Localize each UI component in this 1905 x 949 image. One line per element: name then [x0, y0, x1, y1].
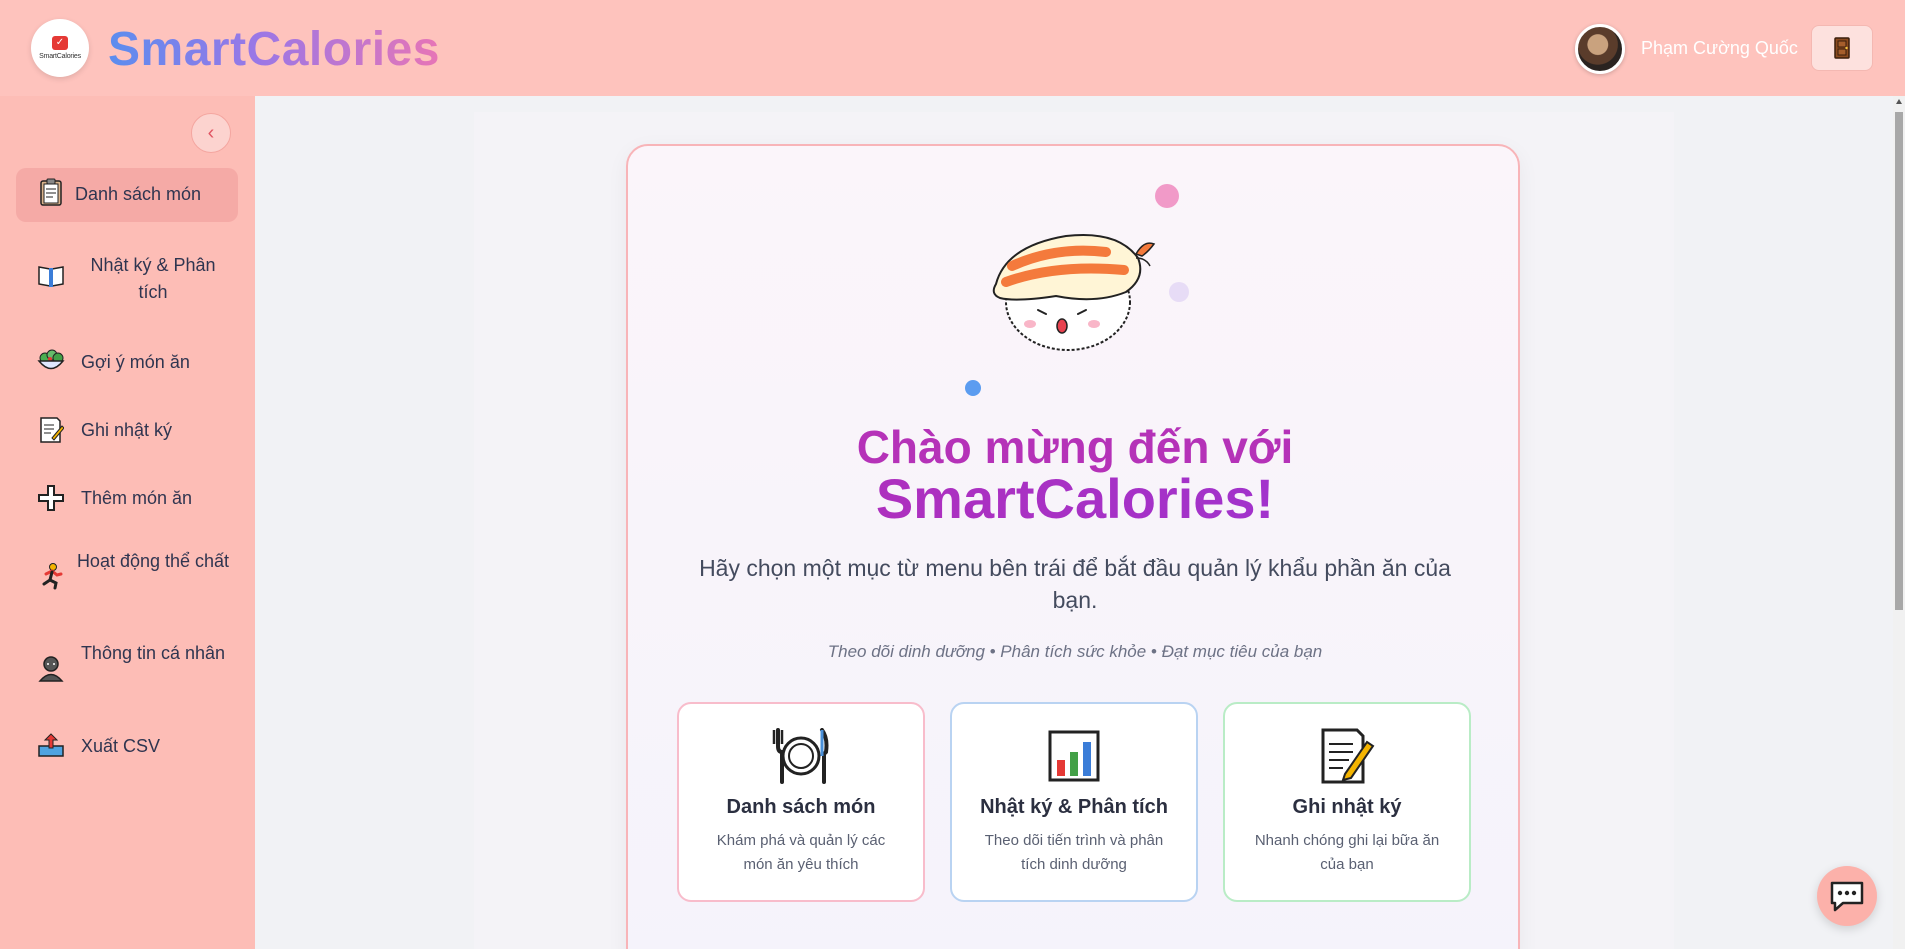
app-header: ✓ SmartCalories SmartCalories Phạm Cường…: [0, 0, 1905, 96]
user-name[interactable]: Phạm Cường Quốc: [1641, 38, 1798, 59]
sidebar-item-label: Thông tin cá nhân: [80, 643, 226, 663]
logout-button[interactable]: [1811, 25, 1873, 71]
sidebar: ‹ Danh sách món Nhật ký & Phân tích Gợi …: [0, 96, 255, 949]
main-content: Chào mừng đến với SmartCalories! Hãy chọ…: [255, 96, 1905, 949]
app-logo[interactable]: ✓ SmartCalories: [31, 19, 89, 77]
sidebar-item-label: Xuất CSV: [81, 736, 161, 756]
feature-card-ghi-nhat-ky[interactable]: Ghi nhật ký Nhanh chóng ghi lại bữa ăn c…: [1223, 702, 1471, 902]
feature-desc: Theo dõi tiến trình và phân tích dinh dư…: [984, 832, 1164, 873]
feature-desc: Nhanh chóng ghi lại bữa ăn của bạn: [1254, 832, 1440, 873]
welcome-subtitle: Hãy chọn một mục từ menu bên trái để bắt…: [699, 555, 1451, 613]
sidebar-item-thong-tin-ca-nhan[interactable]: Thông tin cá nhân: [16, 628, 238, 708]
sidebar-item-them-mon-an[interactable]: Thêm món ăn: [16, 472, 238, 526]
chat-button[interactable]: [1817, 866, 1877, 926]
sidebar-item-label: Thêm món ăn: [81, 488, 193, 508]
sidebar-item-label: Danh sách món: [75, 184, 202, 204]
welcome-brand: SmartCalories!: [628, 466, 1518, 531]
logo-check-icon: ✓: [52, 36, 68, 50]
sidebar-item-xuat-csv[interactable]: Xuất CSV: [16, 720, 238, 774]
person-icon: [36, 654, 66, 689]
sidebar-collapse-button[interactable]: ‹: [191, 113, 231, 153]
sidebar-item-danh-sach-mon[interactable]: Danh sách món: [16, 168, 238, 222]
decor-dot-pink: [1155, 184, 1179, 208]
salad-icon: [36, 348, 66, 381]
runner-icon: [36, 562, 66, 597]
chevron-left-icon: ‹: [207, 121, 215, 144]
scroll-thumb[interactable]: [1895, 112, 1903, 610]
welcome-tagline: Theo dõi dinh dưỡng • Phân tích sức khỏe…: [827, 642, 1323, 661]
feature-card-danh-sach-mon[interactable]: Danh sách món Khám phá và quản lý các mó…: [677, 702, 925, 902]
decor-dot-lavender: [1169, 282, 1189, 302]
memo-icon: [36, 416, 66, 451]
feature-title: Ghi nhật ký: [1292, 796, 1402, 818]
scroll-up-arrow-icon[interactable]: [1896, 99, 1902, 104]
sidebar-item-hoat-dong-the-chat[interactable]: Hoạt động thể chất: [16, 536, 238, 616]
clipboard-icon: [36, 178, 66, 213]
sidebar-item-goi-y-mon-an[interactable]: Gợi ý món ăn: [16, 336, 238, 390]
logo-text: SmartCalories: [39, 53, 81, 60]
sidebar-item-ghi-nhat-ky[interactable]: Ghi nhật ký: [16, 404, 238, 458]
chat-bubble-icon: [1830, 881, 1864, 912]
outbox-icon: [36, 732, 66, 765]
sidebar-item-label: Ghi nhật ký: [81, 420, 173, 440]
sidebar-item-label: Hoạt động thể chất: [76, 551, 230, 571]
feature-card-nhat-ky-phan-tich[interactable]: Nhật ký & Phân tích Theo dõi tiến trình …: [950, 702, 1198, 902]
sushi-mascot: [992, 233, 1156, 351]
brand-title: SmartCalories: [108, 23, 440, 76]
sidebar-item-label: Gợi ý món ăn: [81, 352, 190, 372]
feature-title: Danh sách món: [726, 796, 876, 818]
memo-pencil-icon: [1225, 728, 1469, 784]
fork-plate-knife-icon: [679, 728, 923, 784]
feature-title: Nhật ký & Phân tích: [980, 796, 1168, 818]
bar-chart-icon: [952, 728, 1196, 784]
sidebar-item-nhat-ky-phan-tich[interactable]: Nhật ký & Phân tích: [16, 240, 238, 320]
book-icon: [36, 264, 66, 295]
user-avatar[interactable]: [1575, 24, 1625, 74]
feature-desc: Khám phá và quản lý các món ăn yêu thích: [716, 832, 886, 873]
welcome-card: Chào mừng đến với SmartCalories! Hãy chọ…: [626, 144, 1520, 949]
page-scrollbar[interactable]: [1893, 96, 1905, 949]
sidebar-item-label: Nhật ký & Phân tích: [90, 255, 216, 302]
decor-dot-blue: [965, 380, 981, 396]
plus-icon: [36, 484, 66, 519]
door-icon: [1834, 37, 1850, 59]
